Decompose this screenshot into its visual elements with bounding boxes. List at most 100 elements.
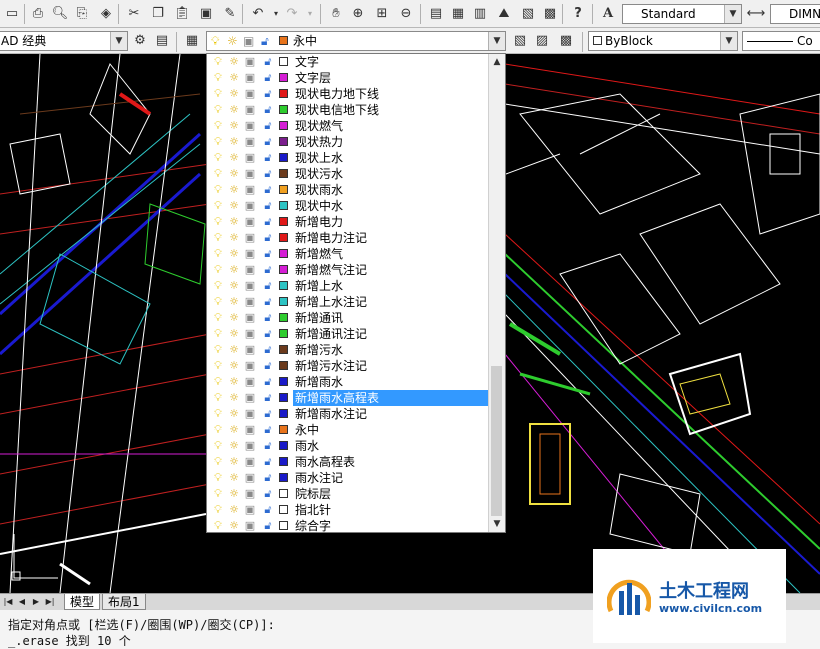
chevron-down-icon[interactable]: ▼ <box>720 32 737 50</box>
scroll-up-icon[interactable]: ▲ <box>489 54 505 70</box>
layer-viewport-freeze-icon[interactable]: ▣ <box>243 55 257 69</box>
layer-thaw-sun-icon[interactable]: ☼ <box>227 519 241 532</box>
layer-list-item[interactable]: 💡︎ ☼ ▣ 🔓︎ 新增通讯 <box>207 310 489 326</box>
layer-viewport-freeze-icon[interactable]: ▣ <box>243 407 257 421</box>
layer-thaw-sun-icon[interactable]: ☼ <box>227 375 241 389</box>
make-object-layer-current-icon[interactable]: ▧ <box>510 31 530 51</box>
layer-on-bulb-icon[interactable]: 💡︎ <box>211 32 219 50</box>
scrollbar-thumb[interactable] <box>491 366 502 516</box>
layer-thaw-sun-icon[interactable]: ☼ <box>227 119 241 133</box>
layer-dropdown-list[interactable]: 💡︎ ☼ ▣ 🔓︎ 文字 💡︎ ☼ ▣ 🔓︎ 文字层 💡︎ ☼ ▣ 🔓︎ 现状电力地下线 💡︎ ☼ ▣ 🔓︎ 现状电信… <box>206 53 506 533</box>
layer-on-bulb-icon[interactable]: 💡︎ <box>211 247 225 261</box>
layer-unlock-icon[interactable]: 🔓︎ <box>261 423 275 437</box>
layer-unlock-icon[interactable]: 🔓︎ <box>261 55 275 69</box>
layer-thaw-sun-icon[interactable]: ☼ <box>227 471 241 485</box>
layer-on-bulb-icon[interactable]: 💡︎ <box>211 471 225 485</box>
layer-thaw-sun-icon[interactable]: ☼ <box>227 263 241 277</box>
layer-on-bulb-icon[interactable]: 💡︎ <box>211 87 225 101</box>
color-control-combo[interactable]: ByBlock ▼ <box>588 31 738 51</box>
layer-viewport-freeze-icon[interactable]: ▣ <box>243 359 257 373</box>
layer-list-item[interactable]: 💡︎ ☼ ▣ 🔓︎ 永中 <box>207 422 489 438</box>
print-icon[interactable]: ⎙ <box>28 4 48 24</box>
last-tab-icon[interactable]: ▶| <box>44 595 56 608</box>
tab-model[interactable]: 模型 <box>64 594 101 610</box>
paste-icon[interactable]: 📋︎ <box>172 4 192 24</box>
layer-unlock-icon[interactable]: 🔓︎ <box>261 119 275 133</box>
layer-thaw-sun-icon[interactable]: ☼ <box>227 295 241 309</box>
layer-list-item[interactable]: 💡︎ ☼ ▣ 🔓︎ 新增电力 <box>207 214 489 230</box>
layer-unlock-icon[interactable]: 🔓︎ <box>261 519 275 532</box>
layer-viewport-freeze-icon[interactable]: ▣ <box>243 151 257 165</box>
layer-viewport-freeze-icon[interactable]: ▣ <box>243 87 257 101</box>
publish-icon[interactable]: ⎘ <box>72 4 92 24</box>
match-properties-icon[interactable]: ▣ <box>196 4 216 24</box>
layer-viewport-freeze-icon[interactable]: ▣ <box>243 231 257 245</box>
layer-previous-icon[interactable]: ▨ <box>532 31 552 51</box>
layer-on-bulb-icon[interactable]: 💡︎ <box>211 151 225 165</box>
layer-thaw-sun-icon[interactable]: ☼ <box>227 407 241 421</box>
layer-viewport-freeze-icon[interactable]: ▣ <box>243 71 257 85</box>
pan-icon[interactable]: ✋︎ <box>326 4 346 24</box>
help-icon[interactable]: ? <box>568 4 588 24</box>
layer-on-bulb-icon[interactable]: 💡︎ <box>211 503 225 517</box>
copy-icon[interactable]: ❐ <box>148 4 168 24</box>
layer-list-item[interactable]: 💡︎ ☼ ▣ 🔓︎ 现状污水 <box>207 166 489 182</box>
layer-on-bulb-icon[interactable]: 💡︎ <box>211 391 225 405</box>
layer-list-item[interactable]: 💡︎ ☼ ▣ 🔓︎ 现状上水 <box>207 150 489 166</box>
3d-dwf-icon[interactable]: ◈ <box>96 4 116 24</box>
next-tab-icon[interactable]: ▶ <box>30 595 42 608</box>
layer-unlock-icon[interactable]: 🔓︎ <box>261 263 275 277</box>
layer-properties-icon[interactable]: ▤ <box>152 31 172 51</box>
layer-on-bulb-icon[interactable]: 💡︎ <box>211 407 225 421</box>
layer-viewport-freeze-icon[interactable]: ▣ <box>243 423 257 437</box>
layer-thaw-sun-icon[interactable]: ☼ <box>227 167 241 181</box>
layer-on-bulb-icon[interactable]: 💡︎ <box>211 183 225 197</box>
layer-unlock-icon[interactable]: 🔓︎ <box>261 343 275 357</box>
layer-list-item[interactable]: 💡︎ ☼ ▣ 🔓︎ 文字 <box>207 54 489 70</box>
tool-palettes-icon[interactable]: ▥ <box>470 4 490 24</box>
layer-unlock-icon[interactable]: 🔓︎ <box>261 327 275 341</box>
layer-list-item[interactable]: 💡︎ ☼ ▣ 🔓︎ 文字层 <box>207 70 489 86</box>
layer-viewport-freeze-icon[interactable]: ▣ <box>243 487 257 501</box>
layer-list-item[interactable]: 💡︎ ☼ ▣ 🔓︎ 指北针 <box>207 502 489 518</box>
layer-on-bulb-icon[interactable]: 💡︎ <box>211 167 225 181</box>
layer-thaw-sun-icon[interactable]: ☼ <box>227 311 241 325</box>
layer-unlock-icon[interactable]: 🔓︎ <box>261 375 275 389</box>
layer-list-item[interactable]: 💡︎ ☼ ▣ 🔓︎ 新增燃气注记 <box>207 262 489 278</box>
chevron-down-icon[interactable]: ▼ <box>724 5 741 23</box>
layer-list-item[interactable]: 💡︎ ☼ ▣ 🔓︎ 综合字 <box>207 518 489 532</box>
layer-manager-icon[interactable]: ▦ <box>182 31 202 51</box>
print-preview-icon[interactable]: 🔍︎ <box>50 4 70 24</box>
layer-viewport-freeze-icon[interactable]: ▣ <box>243 375 257 389</box>
layer-unlock-icon[interactable]: 🔓︎ <box>261 471 275 485</box>
markup-icon[interactable]: ▧ <box>518 4 538 24</box>
text-style-combo[interactable]: Standard ▼ <box>622 4 742 24</box>
layer-on-bulb-icon[interactable]: 💡︎ <box>211 487 225 501</box>
layer-thaw-sun-icon[interactable]: ☼ <box>227 247 241 261</box>
layer-on-bulb-icon[interactable]: 💡︎ <box>211 215 225 229</box>
layer-on-bulb-icon[interactable]: 💡︎ <box>211 279 225 293</box>
layer-on-bulb-icon[interactable]: 💡︎ <box>211 295 225 309</box>
workspace-settings-icon[interactable]: ⚙ <box>130 31 150 51</box>
layer-unlock-icon[interactable]: 🔓︎ <box>261 215 275 229</box>
layer-list-item[interactable]: 💡︎ ☼ ▣ 🔓︎ 新增通讯注记 <box>207 326 489 342</box>
layer-thaw-sun-icon[interactable]: ☼ <box>227 455 241 469</box>
layer-viewport-freeze-icon[interactable]: ▣ <box>243 455 257 469</box>
layer-list-item[interactable]: 💡︎ ☼ ▣ 🔓︎ 新增雨水高程表 <box>207 390 489 406</box>
layer-list-item[interactable]: 💡︎ ☼ ▣ 🔓︎ 现状中水 <box>207 198 489 214</box>
layer-viewport-freeze-icon[interactable]: ▣ <box>243 103 257 117</box>
layer-thaw-sun-icon[interactable]: ☼ <box>227 487 241 501</box>
layer-thaw-sun-icon[interactable]: ☼ <box>227 327 241 341</box>
layer-list-item[interactable]: 💡︎ ☼ ▣ 🔓︎ 新增电力注记 <box>207 230 489 246</box>
layer-list-item[interactable]: 💡︎ ☼ ▣ 🔓︎ 现状燃气 <box>207 118 489 134</box>
layer-viewport-freeze-icon[interactable]: ▣ <box>243 391 257 405</box>
layer-thaw-sun-icon[interactable]: ☼ <box>227 135 241 149</box>
layer-list-item[interactable]: 💡︎ ☼ ▣ 🔓︎ 新增燃气 <box>207 246 489 262</box>
layer-thaw-sun-icon[interactable]: ☼ <box>227 423 241 437</box>
layer-list-scrollbar[interactable]: ▲ ▼ <box>488 54 505 532</box>
layer-list-item[interactable]: 💡︎ ☼ ▣ 🔓︎ 雨水高程表 <box>207 454 489 470</box>
layer-on-bulb-icon[interactable]: 💡︎ <box>211 359 225 373</box>
layer-on-bulb-icon[interactable]: 💡︎ <box>211 199 225 213</box>
redo-dropdown-icon[interactable]: ▾ <box>300 4 320 24</box>
layer-on-bulb-icon[interactable]: 💡︎ <box>211 231 225 245</box>
